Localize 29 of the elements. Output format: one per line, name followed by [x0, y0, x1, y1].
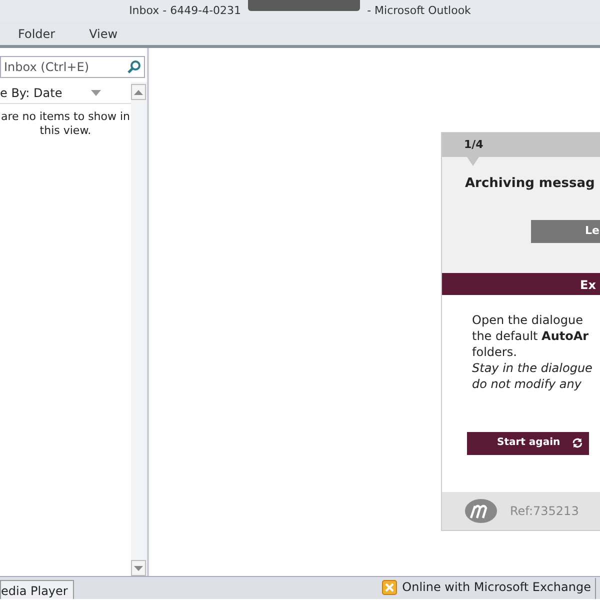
start-again-button[interactable]: Start again — [467, 432, 589, 454]
exchange-icon — [382, 580, 398, 594]
logo-icon — [464, 498, 498, 524]
reference-number: Ref:735213 — [510, 502, 579, 520]
instruction-line: Open the dialogue — [472, 312, 583, 328]
dropdown-arrow-icon[interactable] — [91, 90, 101, 96]
refresh-icon — [572, 436, 583, 450]
instruction-line: do not modify any — [472, 376, 582, 392]
window-title: - Microsoft Outlook — [367, 2, 471, 19]
empty-message: are no items to show in this view. — [0, 110, 131, 138]
connection-status: Online with Microsoft Exchange — [402, 579, 591, 596]
taskbar-item[interactable]: edia Player — [0, 580, 74, 599]
up-arrow-icon — [134, 90, 143, 94]
section-title: Ex — [580, 278, 596, 292]
arrange-by-label[interactable]: e By: Date — [0, 84, 62, 102]
down-arrow-icon — [134, 566, 143, 570]
window-title: Inbox - 6449-4-0231 — [129, 2, 242, 19]
scroll-up-button[interactable] — [131, 84, 146, 100]
ribbon-tab[interactable]: View — [79, 22, 128, 44]
search-field[interactable]: Inbox (Ctrl+E) — [0, 56, 145, 78]
instruction-line: the default AutoAr — [472, 328, 589, 344]
search-icon — [127, 60, 141, 74]
panel-button[interactable]: Le — [531, 220, 600, 242]
ribbon-tab[interactable]: Folder — [8, 22, 66, 44]
instruction-line: Stay in the dialogue — [472, 360, 592, 376]
step-counter: 1/4 — [464, 138, 484, 151]
instruction-line: folders. — [472, 344, 517, 360]
scroll-down-button[interactable] — [131, 560, 146, 576]
panel-title: Archiving messag — [465, 175, 595, 193]
